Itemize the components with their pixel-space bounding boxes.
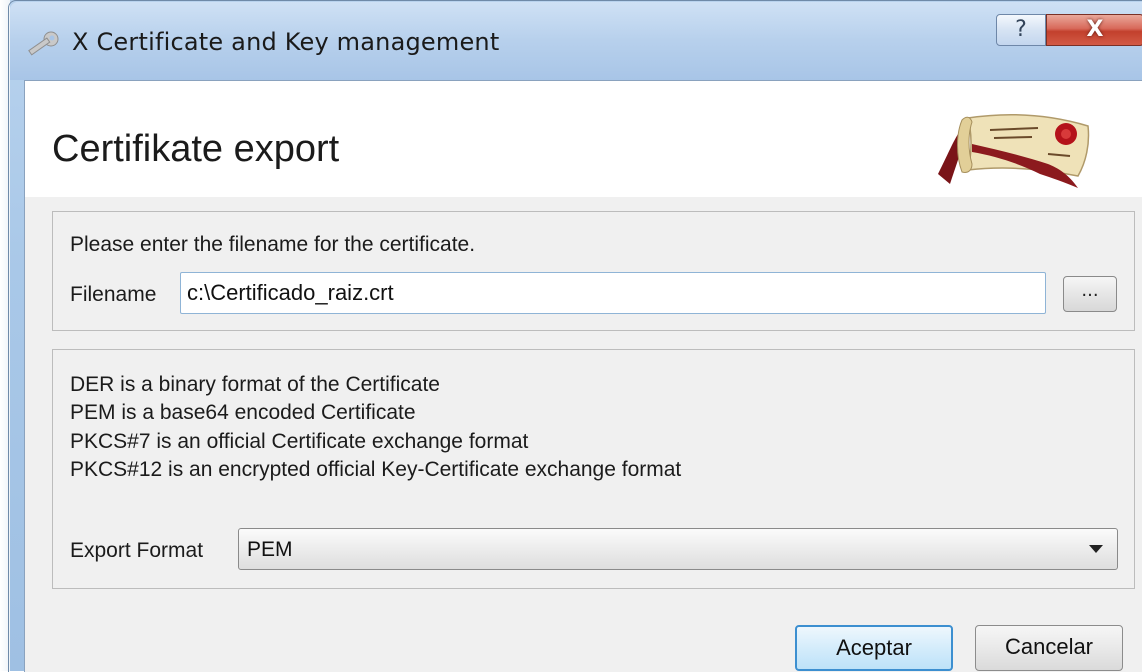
format-desc-der: DER is a binary format of the Certificat… <box>70 373 440 396</box>
chevron-down-icon <box>1089 545 1103 553</box>
ok-button[interactable]: Aceptar <box>795 625 953 671</box>
format-desc-pkcs12: PKCS#12 is an encrypted official Key-Cer… <box>70 458 682 481</box>
filename-input[interactable]: c:\Certificado_raiz.crt <box>180 272 1046 314</box>
export-format-select[interactable]: PEM <box>238 528 1118 570</box>
format-desc-pem: PEM is a base64 encoded Certificate <box>70 401 416 424</box>
format-desc-pkcs7: PKCS#7 is an official Certificate exchan… <box>70 430 529 453</box>
browse-button[interactable]: ... <box>1063 276 1117 312</box>
scroll-logo-icon <box>938 113 1090 188</box>
export-format-label: Export Format <box>70 539 204 562</box>
key-icon <box>28 31 59 56</box>
filename-prompt: Please enter the filename for the certif… <box>70 233 476 256</box>
page-title: Certifikate export <box>52 128 340 170</box>
window-title: X Certificate and Key management <box>72 28 500 56</box>
cancel-button[interactable]: Cancelar <box>975 625 1123 671</box>
filename-label: Filename <box>70 283 157 306</box>
close-button[interactable]: X <box>1046 14 1142 46</box>
export-format-value: PEM <box>247 538 293 561</box>
help-button[interactable]: ? <box>996 14 1046 46</box>
